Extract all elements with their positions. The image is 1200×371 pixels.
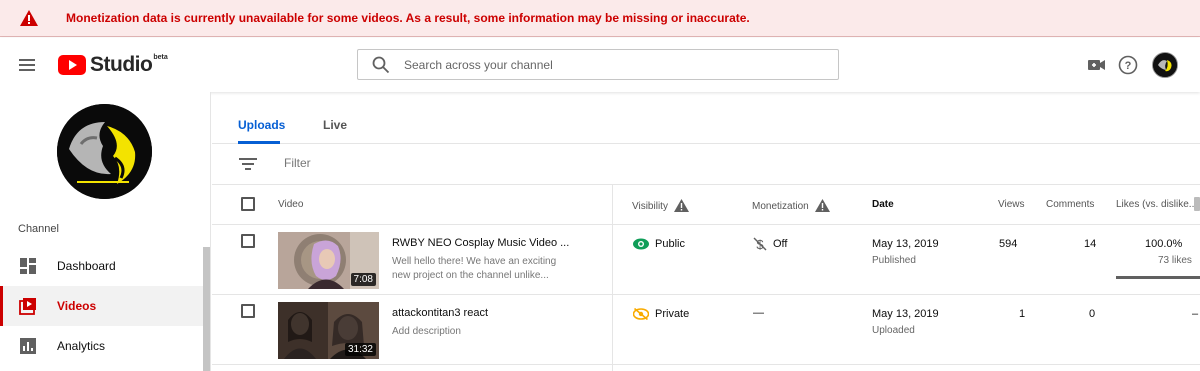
banner-message: Monetization data is currently unavailab… — [66, 11, 750, 25]
video-thumbnail[interactable]: 7:08 — [278, 232, 379, 289]
youtube-play-icon — [58, 55, 86, 75]
table-header: Video Visibility Monetization Date Views… — [212, 185, 1200, 225]
column-header-comments[interactable]: Comments — [1046, 199, 1094, 210]
sidebar-section-label: Channel — [18, 223, 59, 235]
tab-uploads[interactable]: Uploads — [238, 118, 285, 132]
monetization-status: — — [753, 307, 764, 319]
row-checkbox[interactable] — [241, 304, 255, 318]
views-count: 594 — [999, 238, 1018, 250]
sidebar-item-label: Dashboard — [57, 259, 116, 273]
monetization-cell[interactable]: $ Off — [753, 237, 787, 251]
youtube-studio-logo[interactable]: Studio beta — [58, 52, 168, 78]
select-all-checkbox[interactable] — [241, 197, 255, 211]
search-box[interactable] — [357, 49, 839, 80]
video-duration: 31:32 — [344, 343, 376, 356]
help-icon[interactable]: ? — [1117, 54, 1139, 76]
column-header-views[interactable]: Views — [998, 199, 1025, 210]
likes-ratio-bar — [1116, 276, 1200, 279]
views-count: 1 — [1019, 308, 1026, 320]
comments-count: 0 — [1089, 308, 1096, 320]
table-row[interactable]: 7:08 RWBY NEO Cosplay Music Video ... We… — [212, 225, 1200, 295]
video-date: May 13, 2019 — [872, 238, 939, 250]
column-header-likes[interactable]: Likes (vs. dislike... — [1116, 199, 1197, 210]
table-scrollbar[interactable] — [1194, 197, 1200, 211]
sidebar-item-label: Analytics — [57, 339, 106, 353]
video-duration: 7:08 — [350, 273, 376, 286]
main-content: Uploads Live Video Visibility Monetizati… — [212, 92, 1200, 371]
logo-text: Studio — [90, 53, 153, 76]
video-title[interactable]: attackontitan3 react — [392, 307, 488, 319]
visibility-cell[interactable]: Public — [633, 238, 685, 250]
column-header-monetization[interactable]: Monetization — [752, 199, 830, 212]
column-header-label: Monetization — [752, 201, 809, 212]
analytics-icon — [20, 338, 36, 354]
sidebar-scrollbar[interactable] — [203, 247, 210, 371]
column-header-label: Visibility — [632, 201, 668, 212]
likes-percentage: – — [1192, 308, 1199, 320]
account-avatar[interactable] — [1152, 52, 1178, 78]
filter-bar — [212, 144, 1200, 185]
comments-count: 14 — [1084, 238, 1097, 250]
search-icon — [372, 56, 390, 74]
warning-icon[interactable] — [673, 199, 689, 212]
monetization-status: Off — [773, 238, 788, 250]
menu-icon[interactable] — [18, 55, 38, 75]
sidebar-item-videos[interactable]: Videos — [0, 286, 203, 326]
likes-percentage: 100.0% — [1145, 238, 1183, 250]
eye-icon — [633, 238, 649, 250]
video-thumbnail[interactable]: 31:32 — [278, 302, 379, 359]
tab-bar: Uploads Live — [212, 92, 1200, 144]
warning-icon — [20, 10, 38, 26]
create-video-icon[interactable] — [1086, 54, 1108, 76]
sidebar-item-dashboard[interactable]: Dashboard — [0, 246, 203, 286]
column-header-visibility[interactable]: Visibility — [632, 199, 689, 212]
visibility-status: Private — [655, 308, 690, 320]
sidebar: Channel Dashboard Videos Analytics — [0, 92, 211, 371]
logo-beta-badge: beta — [153, 54, 168, 61]
sidebar-item-analytics[interactable]: Analytics — [0, 326, 203, 366]
filter-icon[interactable] — [239, 157, 257, 171]
top-header: Studio beta ? — [0, 38, 1200, 92]
visibility-status: Public — [655, 238, 685, 250]
search-input[interactable] — [404, 55, 824, 75]
video-date: May 13, 2019 — [872, 308, 939, 320]
video-description[interactable]: Add description — [392, 325, 562, 339]
videos-icon — [19, 298, 36, 315]
channel-avatar[interactable] — [57, 104, 152, 199]
monetization-cell: — — [753, 307, 764, 319]
eye-off-icon — [633, 308, 649, 320]
monetization-off-icon: $ — [753, 237, 767, 251]
table-row[interactable]: 31:32 attackontitan3 react Add descripti… — [212, 295, 1200, 365]
likes-count: 73 likes — [1158, 255, 1192, 266]
row-checkbox[interactable] — [241, 234, 255, 248]
column-header-video: Video — [278, 199, 304, 210]
column-header-date[interactable]: Date — [872, 199, 894, 210]
filter-input[interactable] — [284, 156, 584, 170]
video-title[interactable]: RWBY NEO Cosplay Music Video ... — [392, 237, 569, 249]
sidebar-item-label: Videos — [57, 299, 97, 313]
video-date-status: Published — [872, 255, 916, 266]
warning-icon[interactable] — [814, 199, 830, 212]
video-date-status: Uploaded — [872, 325, 915, 336]
dashboard-icon — [20, 258, 36, 274]
monetization-warning-banner: Monetization data is currently unavailab… — [0, 0, 1200, 37]
visibility-cell[interactable]: Private — [633, 308, 689, 320]
svg-text:?: ? — [1125, 60, 1132, 72]
video-description: Well hello there! We have an exciting ne… — [392, 256, 557, 281]
tab-live[interactable]: Live — [323, 118, 347, 132]
